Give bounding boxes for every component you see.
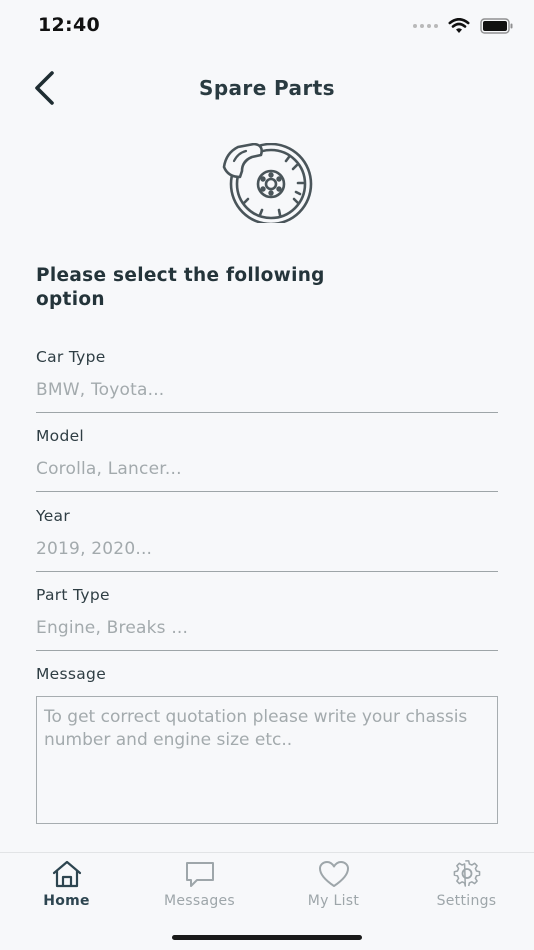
page-title: Spare Parts — [199, 76, 335, 100]
message-textarea[interactable] — [36, 696, 498, 824]
tab-settings[interactable]: Settings — [400, 859, 533, 915]
nav-bar: Spare Parts — [0, 60, 534, 116]
part-type-input[interactable] — [36, 616, 498, 640]
wifi-icon — [448, 18, 470, 33]
status-icons — [413, 18, 514, 34]
year-input[interactable] — [36, 537, 498, 561]
car-type-input[interactable] — [36, 378, 498, 402]
message-label: Message — [36, 665, 107, 683]
tab-my-list[interactable]: My List — [267, 859, 400, 915]
home-indicator — [172, 935, 362, 940]
model-label: Model — [36, 427, 85, 445]
year-field: Year — [36, 507, 498, 572]
tab-settings-label: Settings — [436, 893, 497, 909]
form-heading: Please select the following option — [36, 265, 325, 310]
model-underline — [36, 491, 498, 492]
brake-disc-icon — [220, 142, 316, 226]
tab-home-label: Home — [43, 893, 90, 909]
status-time: 12:40 — [38, 14, 100, 36]
car-type-label: Car Type — [36, 348, 106, 366]
year-label: Year — [36, 507, 71, 525]
year-underline — [36, 571, 498, 572]
tab-bar: Home Messages My List Settings — [0, 852, 534, 950]
home-icon — [51, 859, 83, 889]
car-type-underline — [36, 412, 498, 413]
tab-home[interactable]: Home — [0, 859, 133, 915]
status-bar: 12:40 — [0, 0, 534, 54]
part-type-label: Part Type — [36, 586, 110, 604]
tab-messages[interactable]: Messages — [133, 859, 266, 915]
tab-my-list-label: My List — [307, 893, 360, 909]
part-type-field: Part Type — [36, 586, 498, 651]
tab-messages-label: Messages — [163, 893, 236, 909]
message-icon — [184, 859, 216, 889]
gear-icon — [451, 859, 483, 889]
model-field: Model — [36, 427, 498, 492]
signal-dots-icon — [413, 24, 438, 28]
model-input[interactable] — [36, 457, 498, 481]
part-type-underline — [36, 650, 498, 651]
heart-icon — [318, 859, 350, 889]
car-type-field: Car Type — [36, 348, 498, 413]
battery-icon — [480, 18, 513, 34]
